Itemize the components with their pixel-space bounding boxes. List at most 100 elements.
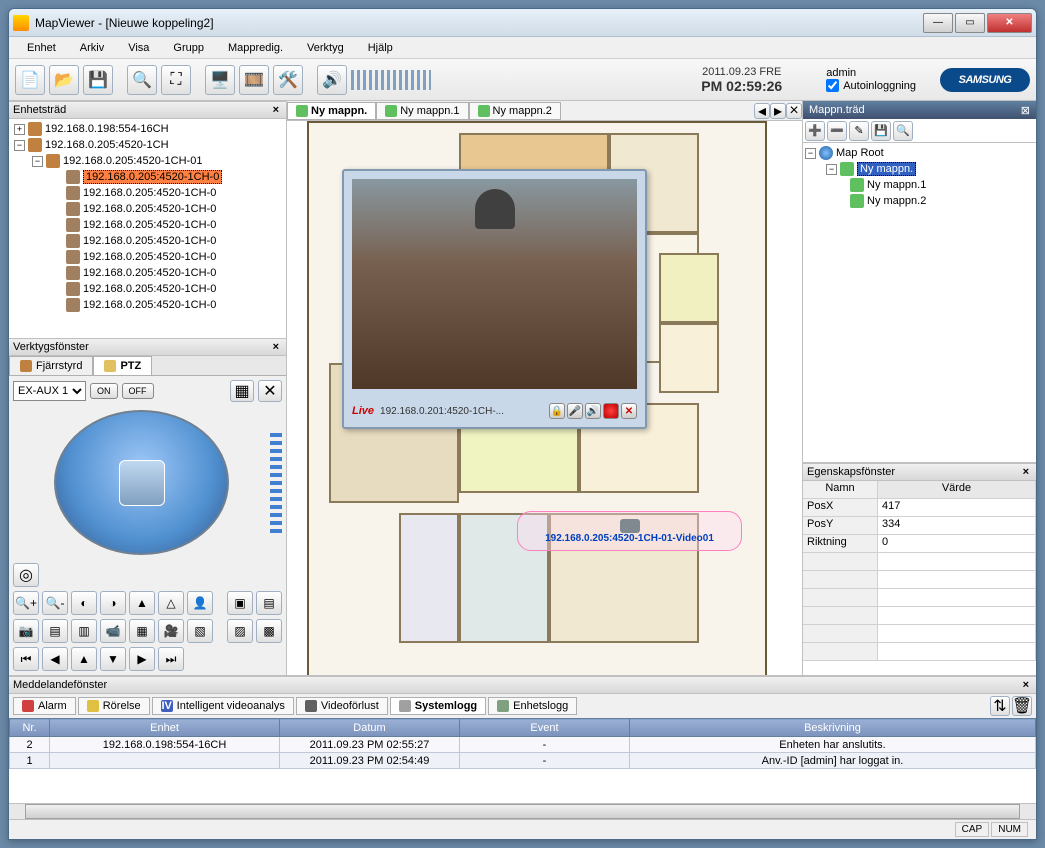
map-tree-edit-button[interactable]: ✎	[849, 121, 869, 141]
properties-close-icon[interactable]: ×	[1020, 466, 1032, 478]
device-tree-body[interactable]: +192.168.0.198:554-16CH−192.168.0.205:45…	[9, 119, 286, 338]
map-node-2[interactable]: Ny mappn.2	[867, 195, 926, 207]
expand-icon[interactable]: −	[826, 164, 837, 175]
menu-arkiv[interactable]: Arkiv	[70, 40, 114, 56]
ptz-joystick[interactable]	[54, 410, 229, 555]
titlebar[interactable]: MapViewer - [Nieuwe koppeling2] ― ▭ ✕	[9, 9, 1036, 37]
map-tree-add-button[interactable]: ➕	[805, 121, 825, 141]
focus-far-button[interactable]: ◑	[100, 591, 126, 615]
table-row[interactable]: 2 192.168.0.198:554-16CH 2011.09.23 PM 0…	[10, 737, 1036, 753]
tree-node[interactable]: − 192.168.0.205:4520-1CH-01	[11, 153, 284, 169]
live-video-window[interactable]: Live 192.168.0.201:4520-1CH-... 🔒 🎤 🔊 ✕	[342, 169, 647, 429]
ptz-list4-button[interactable]: ▧	[187, 619, 213, 643]
ptz-list2-button[interactable]: ▥	[71, 619, 97, 643]
ptz-list1-button[interactable]: ▤	[42, 619, 68, 643]
ptz-extra4-button[interactable]: ▩	[256, 619, 282, 643]
tree-label[interactable]: 192.168.0.205:4520-1CH-01	[63, 155, 202, 167]
tab-ptz[interactable]: PTZ	[93, 356, 152, 375]
message-grid[interactable]: Nr. Enhet Datum Event Beskrivning 2 192.…	[9, 718, 1036, 803]
iris-close-button[interactable]: △	[158, 591, 184, 615]
map-tree-body[interactable]: − Map Root − Ny mappn. Ny mappn.1 Ny mappn…	[803, 143, 1036, 463]
expand-icon[interactable]: −	[32, 156, 43, 167]
msg-export-button[interactable]: ⇅	[990, 696, 1010, 716]
msg-tab-videoloss[interactable]: Videoförlust	[296, 697, 388, 715]
col-event[interactable]: Event	[460, 719, 630, 737]
map-tab-next-button[interactable]: ▸	[770, 103, 786, 119]
message-close-icon[interactable]: ×	[1020, 679, 1032, 691]
map-tab-0[interactable]: Ny mappn.	[287, 102, 376, 120]
save-map-button[interactable]: 💾	[83, 65, 113, 95]
volume-slider[interactable]	[351, 70, 431, 90]
live-mic-button[interactable]: 🎤	[567, 403, 583, 419]
ptz-first-button[interactable]: ⏮	[13, 647, 39, 671]
tree-node[interactable]: 192.168.0.205:4520-1CH-0	[11, 249, 284, 265]
ptz-down-button[interactable]: ▼	[100, 647, 126, 671]
prop-value[interactable]: 334	[878, 517, 1036, 534]
menu-visa[interactable]: Visa	[118, 40, 159, 56]
expand-icon[interactable]: −	[805, 148, 816, 159]
zoom-in-button[interactable]: 🔍+	[13, 591, 39, 615]
live-lock-button[interactable]: 🔒	[549, 403, 565, 419]
tools-close-icon[interactable]: ×	[270, 341, 282, 353]
prop-value[interactable]: 417	[878, 499, 1036, 516]
camera-marker[interactable]: 192.168.0.205:4520-1CH-01-Video01	[517, 511, 742, 551]
record-button[interactable]: 🎞️	[239, 65, 269, 95]
menu-enhet[interactable]: Enhet	[17, 40, 66, 56]
menu-verktyg[interactable]: Verktyg	[297, 40, 354, 56]
tree-label[interactable]: 192.168.0.205:4520-1CH-0	[83, 283, 216, 295]
maximize-button[interactable]: ▭	[955, 13, 985, 33]
ptz-cam1-button[interactable]: 📷	[13, 619, 39, 643]
tree-label[interactable]: 192.168.0.205:4520-1CH-0	[83, 251, 216, 263]
tree-label[interactable]: 192.168.0.205:4520-1CH-0	[83, 203, 216, 215]
map-tree-save-button[interactable]: 💾	[871, 121, 891, 141]
monitor-button[interactable]: 🖥️	[205, 65, 235, 95]
live-close-button[interactable]: ✕	[621, 403, 637, 419]
tree-node[interactable]: 192.168.0.205:4520-1CH-0	[11, 217, 284, 233]
zoom-out-button[interactable]: 🔍-	[42, 591, 68, 615]
ptz-next-button[interactable]: ▶	[129, 647, 155, 671]
new-map-button[interactable]: 📄	[15, 65, 45, 95]
ptz-cam2-button[interactable]: 📹	[100, 619, 126, 643]
menu-grupp[interactable]: Grupp	[163, 40, 214, 56]
volume-button[interactable]: 🔊	[317, 65, 347, 95]
col-enhet[interactable]: Enhet	[50, 719, 280, 737]
h-scrollbar[interactable]	[9, 803, 1036, 819]
ptz-cam3-button[interactable]: 🎥	[158, 619, 184, 643]
tree-node[interactable]: 192.168.0.205:4520-1CH-0	[11, 169, 284, 185]
msg-tab-iva[interactable]: IVIntelligent videoanalys	[152, 697, 294, 715]
ptz-extra1-button[interactable]: ▣	[227, 591, 253, 615]
tree-label[interactable]: 192.168.0.198:554-16CH	[45, 123, 169, 135]
tree-node[interactable]: 192.168.0.205:4520-1CH-0	[11, 201, 284, 217]
tree-label[interactable]: 192.168.0.205:4520-1CH	[45, 139, 169, 151]
close-button[interactable]: ✕	[987, 13, 1032, 33]
ptz-extra3-button[interactable]: ▨	[227, 619, 253, 643]
live-speaker-button[interactable]: 🔊	[585, 403, 601, 419]
live-record-button[interactable]	[603, 403, 619, 419]
ptz-prev-button[interactable]: ◀	[42, 647, 68, 671]
tree-label[interactable]: 192.168.0.205:4520-1CH-0	[83, 187, 216, 199]
expand-icon[interactable]: −	[14, 140, 25, 151]
ptz-target-button[interactable]: ◎	[13, 563, 39, 587]
ptz-cancel-button[interactable]: ✕	[258, 380, 282, 402]
map-node-1[interactable]: Ny mappn.1	[867, 179, 926, 191]
autologin-checkbox[interactable]: Autoinloggning	[826, 79, 916, 92]
tree-node[interactable]: 192.168.0.205:4520-1CH-0	[11, 297, 284, 313]
ptz-last-button[interactable]: ⏭	[158, 647, 184, 671]
aux-select[interactable]: EX-AUX 1	[13, 381, 86, 401]
fit-button[interactable]: ⛶	[161, 65, 191, 95]
map-tree-close-icon[interactable]: ⊠	[1021, 104, 1030, 117]
device-tree-close-icon[interactable]: ×	[270, 104, 282, 116]
msg-tab-devicelog[interactable]: Enhetslogg	[488, 697, 577, 715]
tree-label[interactable]: 192.168.0.205:4520-1CH-0	[83, 299, 216, 311]
ptz-person-button[interactable]: 👤	[187, 591, 213, 615]
minimize-button[interactable]: ―	[923, 13, 953, 33]
focus-near-button[interactable]: ◐	[71, 591, 97, 615]
ptz-extra2-button[interactable]: ▤	[256, 591, 282, 615]
table-row[interactable]: 1 2011.09.23 PM 02:54:49 - Anv.-ID [admi…	[10, 753, 1036, 769]
expand-icon[interactable]: +	[14, 124, 25, 135]
msg-tab-alarm[interactable]: Alarm	[13, 697, 76, 715]
map-tree-del-button[interactable]: ➖	[827, 121, 847, 141]
map-root-node[interactable]: Map Root	[836, 147, 884, 159]
menu-hjalp[interactable]: Hjälp	[358, 40, 403, 56]
map-node-0[interactable]: Ny mappn.	[857, 162, 916, 176]
